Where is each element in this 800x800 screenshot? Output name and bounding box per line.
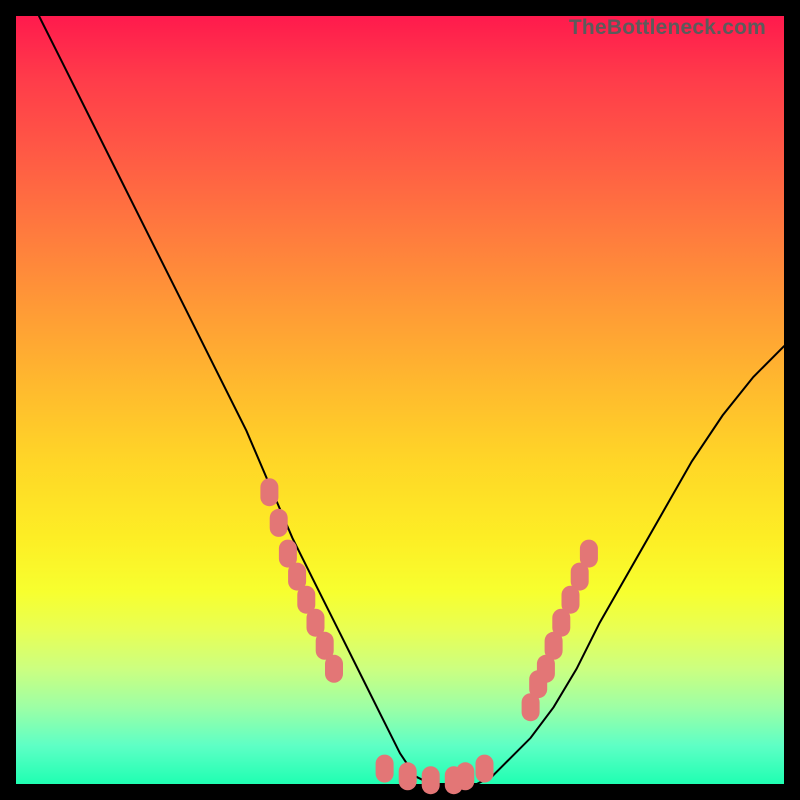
chart-svg: [16, 16, 784, 784]
scatter-dot: [399, 762, 417, 790]
plot-area: TheBottleneck.com: [16, 16, 784, 784]
bottleneck-curve: [39, 16, 784, 784]
scatter-dots: [260, 478, 598, 794]
scatter-dot: [270, 509, 288, 537]
scatter-dot: [422, 766, 440, 794]
outer-frame: TheBottleneck.com: [0, 0, 800, 800]
scatter-dot: [376, 755, 394, 783]
scatter-dot: [456, 762, 474, 790]
scatter-dot: [260, 478, 278, 506]
scatter-dot: [580, 540, 598, 568]
scatter-dot: [325, 655, 343, 683]
scatter-dot: [476, 755, 494, 783]
